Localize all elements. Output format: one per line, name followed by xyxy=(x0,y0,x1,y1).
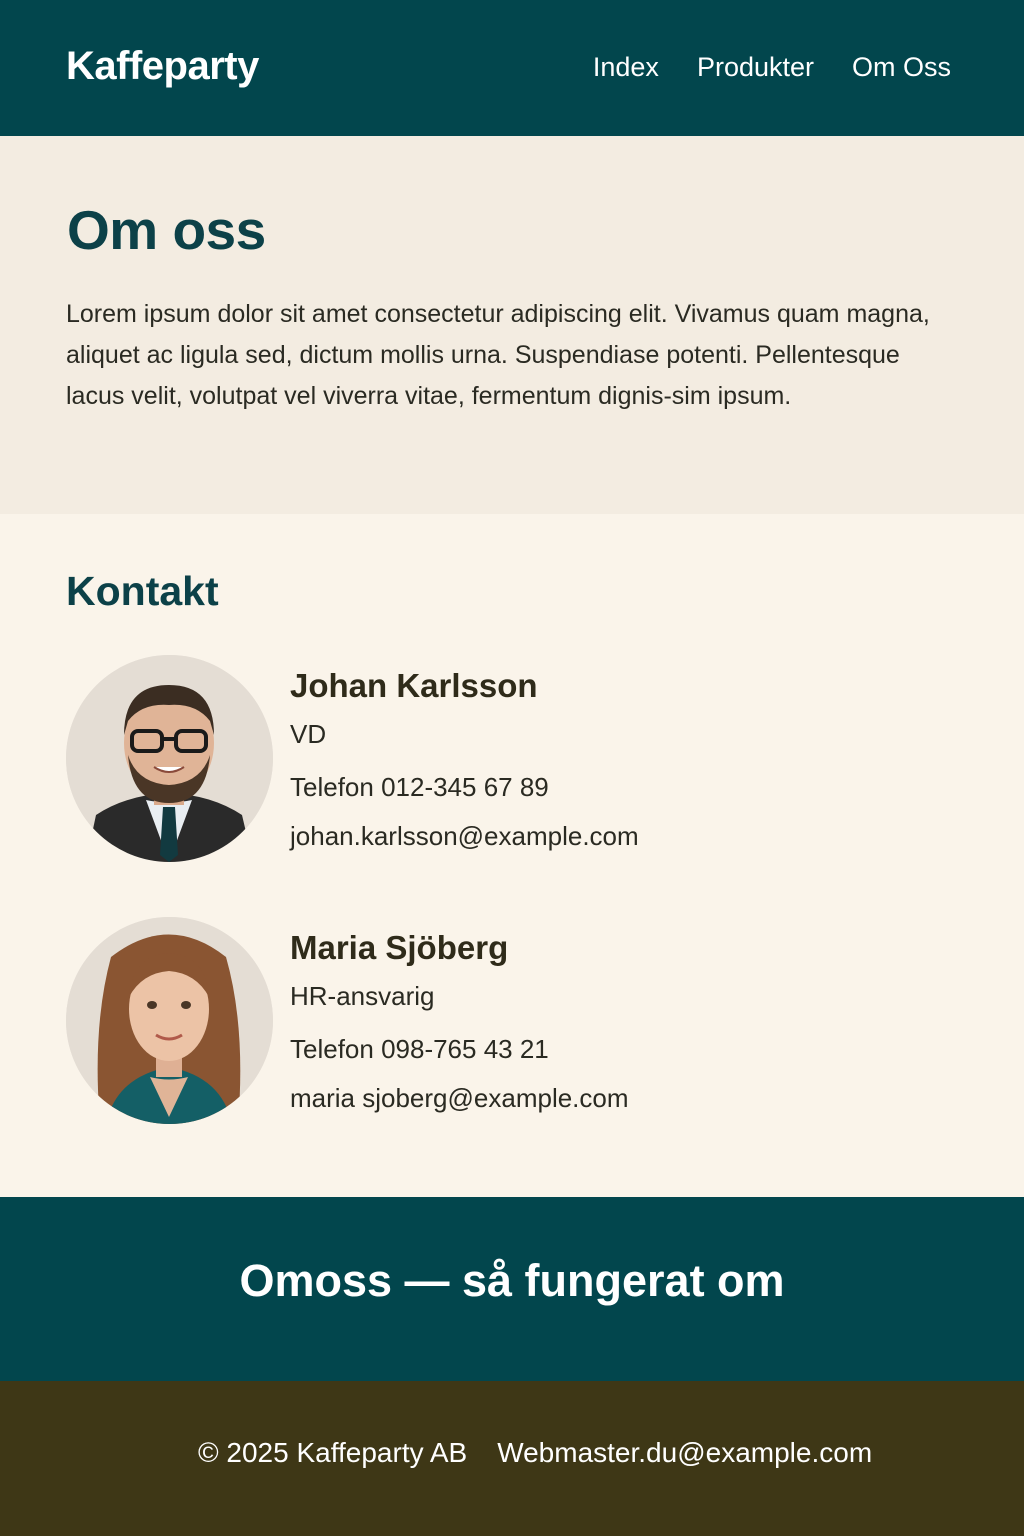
footer-row: © 2025 Kaffeparty AB Webmaster.du@exampl… xyxy=(198,1437,872,1469)
contact-role: HR-ansvarig xyxy=(290,981,435,1011)
avatar-maria xyxy=(66,917,273,1124)
page-title: Om oss xyxy=(67,199,266,261)
site-header: Kaffeparty Index Produkter Om Oss xyxy=(0,0,1024,136)
banner-heading: Omoss — så fungerat om xyxy=(239,1255,785,1306)
contact-section: Kontakt Johan Karlsson VD Telefon 012-34… xyxy=(0,514,1024,1197)
contact-phone[interactable]: Telefon 012-345 67 89 xyxy=(290,772,639,803)
nav-link-om-oss[interactable]: Om Oss xyxy=(852,52,951,83)
nav-link-index[interactable]: Index xyxy=(593,52,659,83)
nav-link-produkter[interactable]: Produkter xyxy=(697,52,814,83)
contact-title: Kontakt xyxy=(66,568,219,614)
brand-logo[interactable]: Kaffeparty xyxy=(66,44,259,89)
site-footer: © 2025 Kaffeparty AB Webmaster.du@exampl… xyxy=(0,1381,1024,1536)
footer-copyright: © 2025 Kaffeparty AB xyxy=(198,1437,468,1468)
about-text: Lorem ipsum dolor sit amet consectetur a… xyxy=(66,300,930,410)
contact-phone[interactable]: Telefon 098-765 43 21 xyxy=(290,1034,629,1065)
contact-email[interactable]: johan.karlsson@example.com xyxy=(290,821,639,852)
contact-info-johan: Johan Karlsson VD Telefon 012-345 67 89 … xyxy=(290,667,639,852)
contact-card-maria: Maria Sjöberg HR-ansvarig Telefon 098-76… xyxy=(66,917,926,1125)
contact-name: Maria Sjöberg xyxy=(290,929,509,966)
contact-info-maria: Maria Sjöberg HR-ansvarig Telefon 098-76… xyxy=(290,929,629,1114)
contact-name: Johan Karlsson xyxy=(290,667,538,704)
contact-email[interactable]: maria sjoberg@example.com xyxy=(290,1083,629,1114)
about-section: Om oss Lorem ipsum dolor sit amet consec… xyxy=(0,136,1024,514)
avatar-johan xyxy=(66,655,273,862)
main-nav: Index Produkter Om Oss xyxy=(593,52,951,83)
contact-card-johan: Johan Karlsson VD Telefon 012-345 67 89 … xyxy=(66,655,926,863)
contact-role: VD xyxy=(290,719,327,749)
promo-banner: Omoss — så fungerat om xyxy=(0,1197,1024,1381)
footer-webmaster-email[interactable]: Webmaster.du@example.com xyxy=(497,1437,872,1469)
